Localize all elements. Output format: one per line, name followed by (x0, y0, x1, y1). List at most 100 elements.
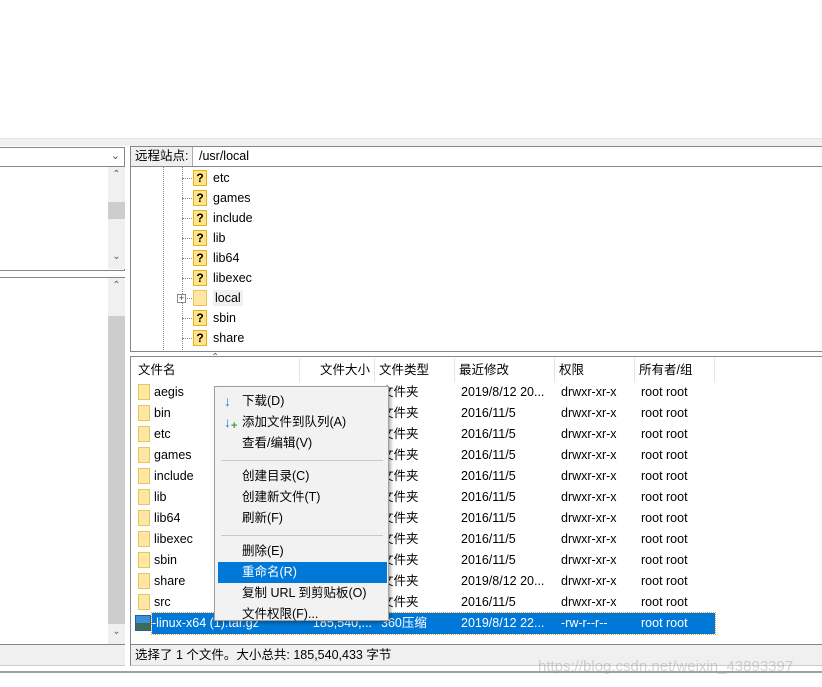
menu-item-label: 创建新文件(T) (242, 490, 321, 504)
cell-owner: root root (641, 406, 688, 420)
watermark: https://blog.csdn.net/weixin_43893397 (538, 658, 794, 675)
local-file-list[interactable]: ⌃ ⌄ (0, 277, 125, 645)
tree-item[interactable]: ? include (193, 208, 253, 228)
column-header[interactable]: 所有者/组 (635, 358, 715, 382)
local-tree-scrollbar[interactable]: ⌃ ⌄ (108, 167, 125, 269)
scroll-up-icon[interactable]: ⌃ (108, 169, 125, 180)
menu-item[interactable]: ↓ 下载(D) (218, 391, 387, 412)
cell-owner: root root (641, 532, 688, 546)
remote-path-input[interactable]: /usr/local (199, 147, 249, 166)
menu-separator (221, 460, 383, 461)
remote-site-label: 远程站点: (131, 147, 194, 166)
menu-item-label: 下载(D) (242, 394, 285, 408)
menu-item[interactable]: ↓ + 添加文件到队列(A) (218, 412, 387, 433)
cell-perm: drwxr-xr-x (561, 511, 617, 525)
cell-perm: drwxr-xr-x (561, 490, 617, 504)
local-status-bar (0, 645, 125, 666)
tree-item[interactable]: ? lib (193, 228, 226, 248)
archive-icon (135, 615, 151, 631)
cell-modified: 2016/11/5 (461, 469, 516, 483)
menu-item[interactable]: 重命名(R) (218, 562, 387, 583)
unknown-folder-icon: ? (193, 170, 207, 186)
tree-line (182, 198, 192, 199)
status-text: 选择了 1 个文件。大小总共: 185,540,433 字节 (135, 648, 392, 662)
expand-icon[interactable]: + (177, 294, 186, 303)
folder-icon (138, 573, 150, 589)
unknown-folder-icon: ? (193, 230, 207, 246)
column-header[interactable]: 文件大小 (300, 358, 375, 382)
folder-icon (138, 594, 150, 610)
tree-item-label: lib64 (213, 251, 240, 265)
tree-item[interactable]: ? sbin (193, 308, 236, 328)
menu-item-label: 查看/编辑(V) (242, 436, 313, 450)
tree-item-label: sbin (213, 311, 236, 325)
menu-item-label: 创建目录(C) (242, 469, 310, 483)
tree-item[interactable]: local (193, 288, 243, 308)
cell-modified: 2016/11/5 (461, 511, 516, 525)
tree-item[interactable]: ? share (193, 328, 244, 348)
cell-perm: drwxr-xr-x (561, 532, 617, 546)
tree-item[interactable]: ? lib64 (193, 248, 239, 268)
menu-item[interactable]: 创建新文件(T) (218, 487, 387, 508)
cell-modified: 2019/8/12 20... (461, 574, 545, 588)
menu-item[interactable]: 刷新(F) (218, 508, 387, 529)
cell-perm: drwxr-xr-x (561, 427, 617, 441)
folder-icon (138, 552, 150, 568)
tree-item-label: libexec (213, 271, 252, 285)
folder-icon (138, 510, 150, 526)
menu-item[interactable]: 创建目录(C) (218, 466, 387, 487)
tree-item[interactable]: ? games (193, 188, 251, 208)
column-header[interactable]: 权限 (555, 358, 635, 382)
cell-owner: root root (641, 490, 688, 504)
cell-modified: 2016/11/5 (461, 427, 516, 441)
column-header[interactable]: 文件名 (134, 358, 300, 382)
unknown-folder-icon: ? (193, 270, 207, 286)
local-list-scrollbar[interactable]: ⌃ ⌄ (108, 278, 125, 644)
cell-modified: 2016/11/5 (461, 448, 516, 462)
menu-item[interactable]: 查看/编辑(V) (218, 433, 387, 454)
cell-owner: root root (641, 385, 688, 399)
tree-item[interactable]: ? etc (193, 168, 230, 188)
folder-icon (138, 405, 150, 421)
cell-perm: drwxr-xr-x (561, 595, 617, 609)
menu-item-label: 刷新(F) (242, 511, 283, 525)
cell-owner: root root (641, 469, 688, 483)
cell-modified: 2016/11/5 (461, 490, 516, 504)
menu-item[interactable]: 文件权限(F)... (218, 604, 387, 625)
tree-item-label: local (213, 290, 243, 306)
tree-item-label: include (213, 211, 253, 225)
local-tree[interactable]: ⌃ ⌄ (0, 167, 125, 271)
cell-owner: root root (641, 595, 688, 609)
local-site-dropdown[interactable]: ⌄ (0, 147, 125, 167)
scroll-down-icon[interactable]: ⌄ (108, 626, 125, 637)
menu-item[interactable]: 删除(E) (218, 541, 387, 562)
unknown-folder-icon: ? (193, 310, 207, 326)
menu-item[interactable]: 复制 URL 到剪贴板(O) (218, 583, 387, 604)
menu-item-label: 文件权限(F)... (242, 607, 319, 621)
scrollbar-thumb[interactable] (108, 202, 125, 219)
tree-item-label: etc (213, 171, 230, 185)
cell-perm: drwxr-xr-x (561, 574, 617, 588)
cell-modified: 2016/11/5 (461, 532, 516, 546)
cell-modified: 2016/11/5 (461, 595, 516, 609)
tree-item[interactable]: ? libexec (193, 268, 252, 288)
scroll-up-icon[interactable]: ⌃ (108, 280, 125, 291)
cell-perm: drwxr-xr-x (561, 406, 617, 420)
cell-perm: -rw-r--r-- (561, 616, 608, 630)
tree-item-label: lib (213, 231, 226, 245)
column-header[interactable]: 文件类型 (375, 358, 455, 382)
cell-owner: root root (641, 427, 688, 441)
tree-line (163, 167, 164, 350)
menu-separator (221, 535, 383, 536)
cell-perm: drwxr-xr-x (561, 385, 617, 399)
folder-icon (138, 447, 150, 463)
column-header[interactable]: 最近修改 (455, 358, 555, 382)
folder-icon (138, 426, 150, 442)
scroll-down-icon[interactable]: ⌄ (108, 251, 125, 262)
scrollbar-thumb[interactable] (108, 316, 125, 624)
cell-owner: root root (641, 511, 688, 525)
menu-item-label: 重命名(R) (242, 565, 297, 579)
tree-line (182, 218, 192, 219)
unknown-folder-icon: ? (193, 210, 207, 226)
cell-perm: drwxr-xr-x (561, 448, 617, 462)
